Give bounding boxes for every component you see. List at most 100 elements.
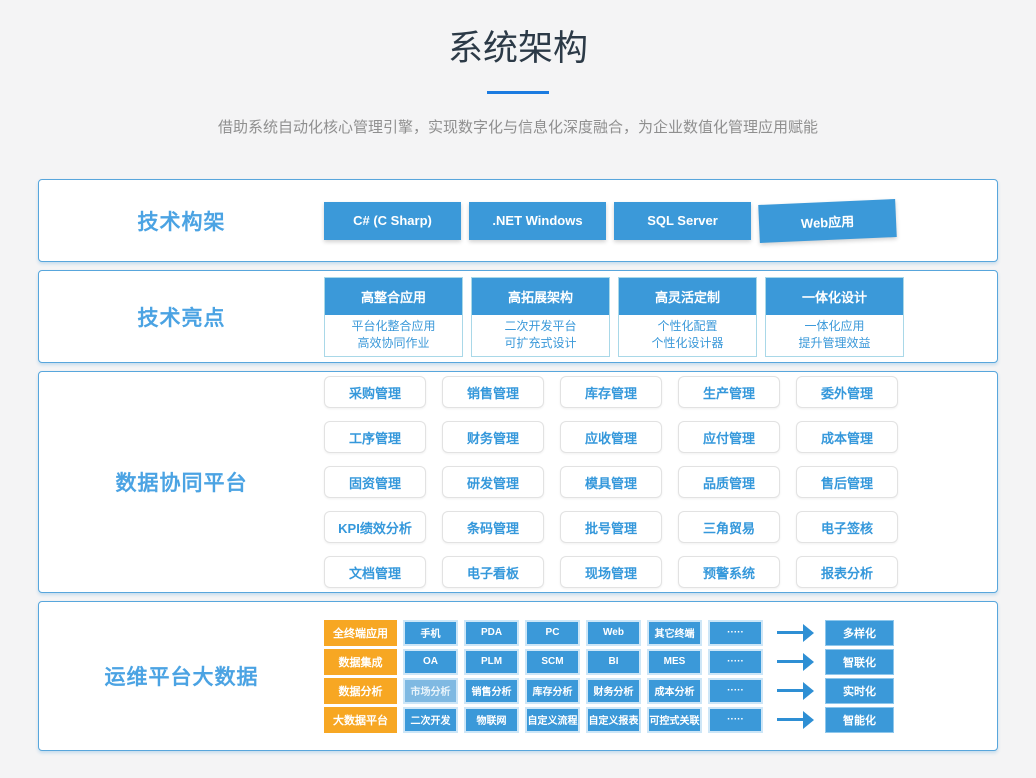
section-label-column: 运维平台大数据	[39, 661, 324, 691]
module-button[interactable]: 应收管理	[560, 421, 662, 453]
highlight-card: 高拓展架构二次开发平台可扩充式设计	[471, 277, 610, 357]
section-tech-highlights: 技术亮点 高整合应用平台化整合应用高效协同作业高拓展架构二次开发平台可扩充式设计…	[38, 270, 998, 363]
ops-item-button[interactable]: 销售分析	[464, 678, 519, 704]
section-label-tech-framework: 技术构架	[138, 206, 226, 236]
module-button[interactable]: 成本管理	[796, 421, 898, 453]
module-button[interactable]: 文档管理	[324, 556, 426, 588]
module-button[interactable]: 模具管理	[560, 466, 662, 498]
highlight-card-body: 二次开发平台可扩充式设计	[472, 315, 609, 356]
ops-item-button[interactable]: 市场分析	[403, 678, 458, 704]
module-button[interactable]: 批号管理	[560, 511, 662, 543]
section-ops-platform: 运维平台大数据 全终端应用手机PDAPCWeb其它终端·····多样化数据集成O…	[38, 601, 998, 751]
ops-category-label: 大数据平台	[324, 707, 397, 733]
module-button[interactable]: 库存管理	[560, 376, 662, 408]
ops-item-button[interactable]: 手机	[403, 620, 458, 646]
module-button[interactable]: 生产管理	[678, 376, 780, 408]
ops-item-button[interactable]: 财务分析	[586, 678, 641, 704]
module-button[interactable]: 电子看板	[442, 556, 544, 588]
ops-result-button[interactable]: 多样化	[825, 620, 894, 646]
section-tech-framework: 技术构架 C# (C Sharp).NET WindowsSQL ServerW…	[38, 179, 998, 262]
tech-button[interactable]: SQL Server	[614, 202, 751, 240]
ops-item-button[interactable]: PC	[525, 620, 580, 646]
highlight-card-title: 高灵活定制	[619, 278, 756, 315]
section-label-column: 技术构架	[39, 206, 324, 236]
ops-row: 数据集成OAPLMSCMBIMES····· 智联化	[324, 649, 894, 675]
ops-item-button[interactable]: Web	[586, 620, 641, 646]
highlight-card-line: 个性化配置	[619, 318, 756, 335]
ops-item-button[interactable]: 其它终端	[647, 620, 702, 646]
ops-item-button[interactable]: SCM	[525, 649, 580, 675]
module-button[interactable]: 售后管理	[796, 466, 898, 498]
module-button[interactable]: 采购管理	[324, 376, 426, 408]
ops-item-button[interactable]: 库存分析	[525, 678, 580, 704]
module-button[interactable]: 委外管理	[796, 376, 898, 408]
module-button[interactable]: 财务管理	[442, 421, 544, 453]
highlight-card: 一体化设计一体化应用提升管理效益	[765, 277, 904, 357]
ops-category-label: 数据集成	[324, 649, 397, 675]
tech-button[interactable]: .NET Windows	[469, 202, 606, 240]
ops-item-button[interactable]: 自定义流程	[525, 707, 580, 733]
ops-item-button[interactable]: MES	[647, 649, 702, 675]
module-button[interactable]: 条码管理	[442, 511, 544, 543]
highlight-card-line: 一体化应用	[766, 318, 903, 335]
module-button[interactable]: 预警系统	[678, 556, 780, 588]
ops-row-list: 全终端应用手机PDAPCWeb其它终端·····多样化数据集成OAPLMSCMB…	[324, 620, 894, 733]
highlight-card-title: 高拓展架构	[472, 278, 609, 315]
highlight-card-line: 提升管理效益	[766, 335, 903, 352]
arrow-right-icon	[777, 649, 817, 675]
title-underline-divider	[487, 91, 549, 94]
module-button[interactable]: 电子签核	[796, 511, 898, 543]
ops-result-button[interactable]: 智联化	[825, 649, 894, 675]
module-button[interactable]: 现场管理	[560, 556, 662, 588]
ops-item-button[interactable]: 自定义报表	[586, 707, 641, 733]
module-button[interactable]: 三角贸易	[678, 511, 780, 543]
module-button[interactable]: 应付管理	[678, 421, 780, 453]
ops-item-button[interactable]: 成本分析	[647, 678, 702, 704]
highlight-card-body: 一体化应用提升管理效益	[766, 315, 903, 356]
arrow-right-icon	[777, 707, 817, 733]
module-button[interactable]: 固资管理	[324, 466, 426, 498]
highlight-card-line: 二次开发平台	[472, 318, 609, 335]
module-button[interactable]: 报表分析	[796, 556, 898, 588]
section-label-ops-platform: 运维平台大数据	[105, 661, 259, 691]
module-button[interactable]: KPI绩效分析	[324, 511, 426, 543]
ops-category-label: 数据分析	[324, 678, 397, 704]
section-label-column: 数据协同平台	[39, 467, 324, 497]
ops-item-button[interactable]: BI	[586, 649, 641, 675]
ops-item-button[interactable]: PLM	[464, 649, 519, 675]
page-title: 系统架构	[0, 0, 1036, 71]
ops-item-button[interactable]: ·····	[708, 707, 763, 733]
ops-result-button[interactable]: 智能化	[825, 707, 894, 733]
ops-item-button[interactable]: OA	[403, 649, 458, 675]
module-button[interactable]: 工序管理	[324, 421, 426, 453]
module-button[interactable]: 销售管理	[442, 376, 544, 408]
module-button[interactable]: 研发管理	[442, 466, 544, 498]
ops-row: 全终端应用手机PDAPCWeb其它终端·····多样化	[324, 620, 894, 646]
ops-item-button[interactable]: PDA	[464, 620, 519, 646]
highlight-card-line: 个性化设计器	[619, 335, 756, 352]
module-button-grid: 采购管理销售管理库存管理生产管理委外管理工序管理财务管理应收管理应付管理成本管理…	[324, 376, 898, 588]
section-label-tech-highlights: 技术亮点	[138, 302, 226, 332]
tech-button[interactable]: Web应用	[758, 199, 897, 243]
architecture-sections: 技术构架 C# (C Sharp).NET WindowsSQL ServerW…	[38, 179, 998, 751]
ops-item-button[interactable]: 二次开发	[403, 707, 458, 733]
ops-item-button[interactable]: 物联网	[464, 707, 519, 733]
highlight-card-row: 高整合应用平台化整合应用高效协同作业高拓展架构二次开发平台可扩充式设计高灵活定制…	[324, 277, 904, 357]
highlight-card: 高整合应用平台化整合应用高效协同作业	[324, 277, 463, 357]
ops-item-button[interactable]: 可控式关联	[647, 707, 702, 733]
ops-row: 大数据平台二次开发物联网自定义流程自定义报表可控式关联····· 智能化	[324, 707, 894, 733]
highlight-card-line: 高效协同作业	[325, 335, 462, 352]
ops-item-button[interactable]: ·····	[708, 620, 763, 646]
tech-button[interactable]: C# (C Sharp)	[324, 202, 461, 240]
page-subtitle: 借助系统自动化核心管理引擎，实现数字化与信息化深度融合，为企业数值化管理应用赋能	[0, 116, 1036, 137]
ops-row: 数据分析市场分析销售分析库存分析财务分析成本分析····· 实时化	[324, 678, 894, 704]
arrow-right-icon	[777, 678, 817, 704]
highlight-card-title: 高整合应用	[325, 278, 462, 315]
ops-item-button[interactable]: ·····	[708, 678, 763, 704]
highlight-card-body: 个性化配置个性化设计器	[619, 315, 756, 356]
ops-item-button[interactable]: ·····	[708, 649, 763, 675]
section-label-column: 技术亮点	[39, 302, 324, 332]
highlight-card-body: 平台化整合应用高效协同作业	[325, 315, 462, 356]
module-button[interactable]: 品质管理	[678, 466, 780, 498]
ops-result-button[interactable]: 实时化	[825, 678, 894, 704]
